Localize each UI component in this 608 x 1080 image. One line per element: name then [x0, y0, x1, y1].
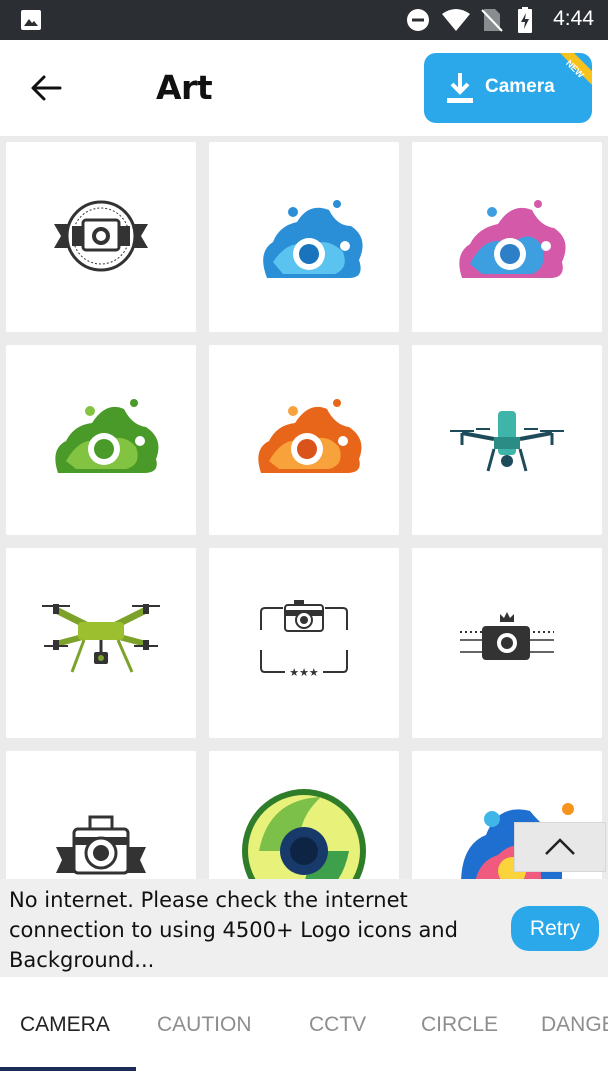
battery-charging-icon	[518, 7, 532, 33]
grid-item[interactable]	[209, 142, 399, 332]
orange-splash-camera-icon	[258, 399, 362, 473]
logo-grid: ★★★	[0, 136, 608, 879]
green-splash-camera-icon	[55, 399, 159, 473]
teal-drone-icon	[450, 411, 564, 472]
gallery-notification-icon	[21, 10, 41, 30]
page-title: Art	[156, 68, 213, 107]
no-sim-icon	[481, 9, 503, 32]
grid-item[interactable]	[412, 548, 602, 738]
grid-item[interactable]	[412, 345, 602, 535]
grid-item[interactable]	[6, 345, 196, 535]
back-arrow-icon[interactable]	[30, 74, 62, 102]
no-internet-message: No internet. Please check the internet c…	[9, 888, 458, 972]
grid-item[interactable]: ★★★	[209, 548, 399, 738]
tab-circle[interactable]: CIRCLE	[421, 1013, 498, 1037]
grid-item[interactable]	[209, 345, 399, 535]
scroll-to-top-button[interactable]	[514, 822, 606, 872]
camera-badge-emblem-icon	[54, 200, 148, 272]
pink-splash-camera-icon	[459, 200, 566, 278]
grid-item[interactable]	[209, 751, 399, 879]
wifi-icon	[442, 9, 470, 31]
grid-item[interactable]	[6, 751, 196, 879]
grid-item[interactable]	[6, 548, 196, 738]
crowned-camera-icon	[460, 612, 554, 660]
download-camera-button[interactable]: Camera NEW	[424, 53, 592, 123]
do-not-disturb-icon	[407, 9, 429, 31]
chevron-up-icon	[545, 838, 575, 855]
grid-item[interactable]	[412, 142, 602, 332]
clock: 4:44	[553, 7, 594, 30]
new-ribbon: NEW	[560, 53, 592, 85]
green-lens-circle-icon	[242, 789, 366, 879]
tab-camera[interactable]: CAMERA	[20, 1013, 110, 1037]
status-bar: 4:44	[0, 0, 608, 40]
tab-danger[interactable]: DANGER	[541, 1013, 608, 1037]
grid-item[interactable]	[6, 142, 196, 332]
download-icon	[447, 73, 473, 103]
blue-splash-camera-icon	[263, 200, 363, 278]
category-tabs: CAMERA CAUTION CCTV CIRCLE DANGER	[0, 977, 608, 1080]
green-drone-icon	[42, 604, 160, 673]
active-tab-indicator	[0, 1067, 136, 1071]
ribbon-camera-icon	[56, 815, 146, 875]
svg-text:★★★: ★★★	[289, 666, 319, 679]
download-button-label: Camera	[485, 76, 555, 97]
retry-button[interactable]: Retry	[511, 906, 599, 951]
camera-frame-stars-icon: ★★★	[260, 600, 348, 679]
tab-caution[interactable]: CAUTION	[157, 1013, 252, 1037]
tab-cctv[interactable]: CCTV	[309, 1013, 366, 1037]
new-badge: NEW	[564, 58, 586, 80]
